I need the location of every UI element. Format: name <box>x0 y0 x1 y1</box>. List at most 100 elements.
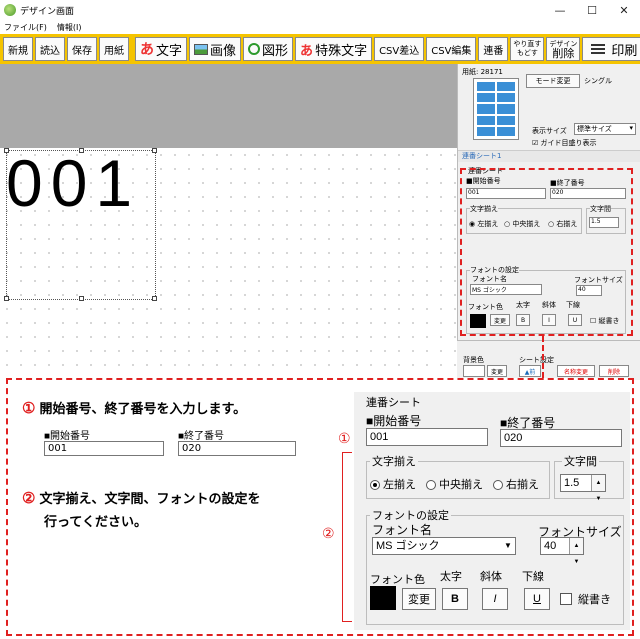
special-text-button[interactable]: あ 特殊文字 <box>295 37 373 61</box>
circle-shape-icon <box>248 43 261 55</box>
mini-vertical-checkbox[interactable]: ☐ 縦書き <box>590 316 620 326</box>
big-start-input[interactable]: 001 <box>366 428 488 446</box>
big-font-name-select[interactable]: MS ゴシック ▼ <box>372 537 516 555</box>
radio-icon <box>493 480 503 491</box>
big-title: 連番シート <box>366 397 421 409</box>
shape-button[interactable]: 図形 <box>243 37 294 61</box>
mini-font-size-label: フォントサイズ <box>574 276 623 284</box>
maximize-button[interactable]: ☐ <box>576 0 608 20</box>
image-button[interactable]: 画像 <box>189 37 242 61</box>
big-underline-label: 下線 <box>522 571 544 583</box>
mini-spacing-input[interactable]: 1.5 <box>589 217 619 228</box>
big-align-right[interactable]: 右揃え <box>493 476 539 492</box>
special-text-button-label: 特殊文字 <box>315 43 368 59</box>
mini-font-size-input[interactable]: 40 <box>576 285 602 296</box>
big-vertical-checkbox[interactable] <box>560 593 572 605</box>
guide-checkbox[interactable]: ☑ ガイド目盛り表示 <box>532 138 597 148</box>
open-button[interactable]: 読込 <box>35 37 65 61</box>
guide-label: ガイド目盛り表示 <box>540 139 597 147</box>
print-button[interactable]: 印刷 <box>582 37 640 61</box>
resize-handle-sw[interactable] <box>4 296 9 301</box>
text-icon: あ <box>140 42 154 58</box>
design-delete-button[interactable]: デザイン 削除 <box>546 37 581 61</box>
callout-start-label: ■開始番号 <box>44 431 91 442</box>
instruction-callout: ① 開始番号、終了番号を入力します。 ■開始番号 ■終了番号 001 020 ②文… <box>6 378 634 636</box>
delete-sheet-button[interactable]: 削除 <box>599 365 629 377</box>
spinner-icon[interactable]: ▲ ▼ <box>591 475 605 502</box>
mini-bold-button[interactable]: B <box>516 314 530 326</box>
resize-handle-ne[interactable] <box>152 148 157 153</box>
big-align-left[interactable]: 左揃え <box>370 476 416 492</box>
mini-spacing-label: 文字間 <box>590 204 611 214</box>
mini-font-color-label: フォント色 <box>468 303 503 311</box>
serial-sheet-mini-panel: 連番シート ■開始番号 ■終了番号 001 020 文字揃え ◉ 左揃え ○ 中… <box>464 164 634 334</box>
save-button[interactable]: 保存 <box>67 37 97 61</box>
radio-checked-icon <box>370 480 380 491</box>
big-bold-label: 太字 <box>440 571 462 583</box>
bracket-2 <box>342 452 352 622</box>
mini-italic-button[interactable]: I <box>542 314 556 326</box>
menu-info[interactable]: 情報(I) <box>57 22 82 33</box>
bottom-panel: 背景色 シート設定 変更 ▲前 名称変更 削除 <box>457 340 640 380</box>
minimize-button[interactable]: — <box>544 0 576 20</box>
chevron-down-icon: ▼ <box>504 541 512 550</box>
mini-underline-button[interactable]: U <box>568 314 582 326</box>
mini-align-right[interactable]: ○ 右揃え <box>548 219 577 229</box>
title-bar: デザイン画面 — ☐ ✕ <box>0 0 640 20</box>
right-panel: 用紙: 28171 モード変更 シングル 表示サイズ 標準サイズ ▾ ☑ ガイド… <box>457 64 640 380</box>
undo-label: もどす <box>516 49 538 57</box>
paper-button[interactable]: 用紙 <box>99 37 129 61</box>
big-start-label: ■開始番号 <box>366 414 422 428</box>
sheet-settings-label: シート設定 <box>519 356 554 364</box>
rename-sheet-button[interactable]: 名称変更 <box>557 365 595 377</box>
paper-label: 用紙: 28171 <box>462 68 503 76</box>
mini-end-input[interactable]: 020 <box>550 188 626 199</box>
checkbox-checked-icon: ☑ <box>532 139 539 147</box>
display-size-select[interactable]: 標準サイズ ▾ <box>574 123 636 135</box>
text-button[interactable]: あ 文字 <box>135 37 188 61</box>
big-italic-button[interactable]: I <box>482 588 508 610</box>
mini-start-input[interactable]: 001 <box>466 188 546 199</box>
mode-change-button[interactable]: モード変更 <box>526 74 580 88</box>
enlarged-serial-sheet-panel: 連番シート ■開始番号 ■終了番号 001 020 文字揃え 左揃え 中央揃え … <box>354 392 630 630</box>
big-underline-button[interactable]: U <box>524 588 550 610</box>
menu-bar: ファイル(F) 情報(I) <box>0 20 640 34</box>
big-font-size-input[interactable]: 40 ▲ ▼ <box>540 537 584 565</box>
mini-underline-label: 下線 <box>566 301 580 309</box>
big-bold-button[interactable]: B <box>442 588 468 610</box>
mini-align-left[interactable]: ◉ 左揃え <box>469 219 498 229</box>
bg-change-button[interactable]: 変更 <box>487 365 507 377</box>
csv-import-button[interactable]: CSV差込 <box>374 37 425 61</box>
radio-icon <box>426 480 436 491</box>
menu-file[interactable]: ファイル(F) <box>4 22 47 33</box>
app-icon <box>4 4 16 16</box>
print-button-label: 印刷 <box>611 43 638 59</box>
spinner-icon[interactable]: ▲ ▼ <box>569 538 583 565</box>
prev-sheet-button[interactable]: ▲前 <box>519 365 541 377</box>
tab-serial-sheet[interactable]: 連番シート1 <box>458 150 640 162</box>
image-icon <box>194 43 209 55</box>
callout-connector <box>542 336 544 378</box>
mini-color-change-button[interactable]: 変更 <box>490 314 510 326</box>
new-button[interactable]: 新規 <box>3 37 33 61</box>
resize-handle-se[interactable] <box>152 296 157 301</box>
mini-align-center[interactable]: ○ 中央揃え <box>504 219 540 229</box>
toolbar: 新規 読込 保存 用紙 あ 文字 画像 図形 あ 特殊文字 CSV差込 CSV編… <box>0 34 640 64</box>
mini-font-name-select[interactable]: MS ゴシック <box>470 284 542 295</box>
big-spacing-input[interactable]: 1.5 ▲ ▼ <box>560 474 606 502</box>
big-end-input[interactable]: 020 <box>500 429 622 447</box>
mini-font-color-swatch <box>470 314 486 328</box>
callout-end-input: 020 <box>178 441 296 456</box>
bg-color-swatch[interactable] <box>463 365 485 377</box>
close-button[interactable]: ✕ <box>608 0 640 20</box>
serial-button[interactable]: 連番 <box>478 37 509 61</box>
redo-undo-button[interactable]: やり直す もどす <box>510 37 545 61</box>
csv-edit-button[interactable]: CSV編集 <box>426 37 477 61</box>
big-vertical-label: 縦書き <box>578 594 611 606</box>
mini-align-label: 文字揃え <box>470 204 498 214</box>
callout-start-input: 001 <box>44 441 164 456</box>
mini-font-name-label: フォント名 <box>472 275 507 283</box>
big-color-change-button[interactable]: 変更 <box>402 588 436 610</box>
resize-handle-s[interactable] <box>79 296 84 301</box>
big-align-center[interactable]: 中央揃え <box>426 476 483 492</box>
